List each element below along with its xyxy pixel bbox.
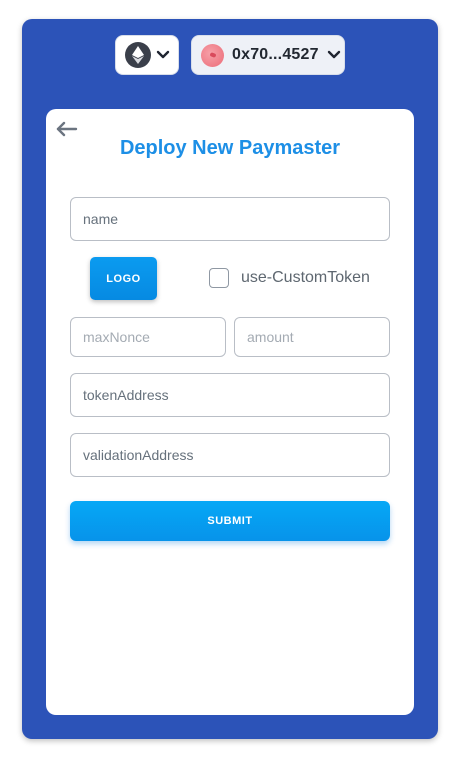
chevron-down-icon (156, 50, 169, 59)
deploy-card: Deploy New Paymaster LOGO use-CustomToke… (46, 109, 414, 715)
maxnonce-input[interactable] (70, 317, 226, 357)
page-title: Deploy New Paymaster (119, 137, 341, 159)
validation-address-input[interactable] (70, 433, 390, 477)
submit-button[interactable]: SUBMIT (70, 501, 390, 541)
logo-button[interactable]: LOGO (90, 257, 157, 300)
avatar (201, 43, 224, 67)
custom-token-label: use-CustomToken (241, 269, 370, 286)
ethereum-icon (124, 42, 151, 68)
name-input[interactable] (70, 197, 390, 241)
token-address-input[interactable] (70, 373, 390, 417)
account-address: 0x70...4527 (232, 46, 319, 63)
custom-token-toggle[interactable]: use-CustomToken (209, 268, 370, 288)
top-bar: 0x70...4527 (22, 35, 438, 75)
back-arrow-icon[interactable] (56, 121, 78, 137)
app-frame: 0x70...4527 Deploy New Paymaster LOGO us… (22, 19, 438, 739)
network-selector[interactable] (115, 35, 179, 75)
custom-token-checkbox[interactable] (209, 268, 229, 288)
amount-input[interactable] (234, 317, 390, 357)
account-selector[interactable]: 0x70...4527 (191, 35, 345, 75)
chevron-down-icon (327, 50, 340, 59)
